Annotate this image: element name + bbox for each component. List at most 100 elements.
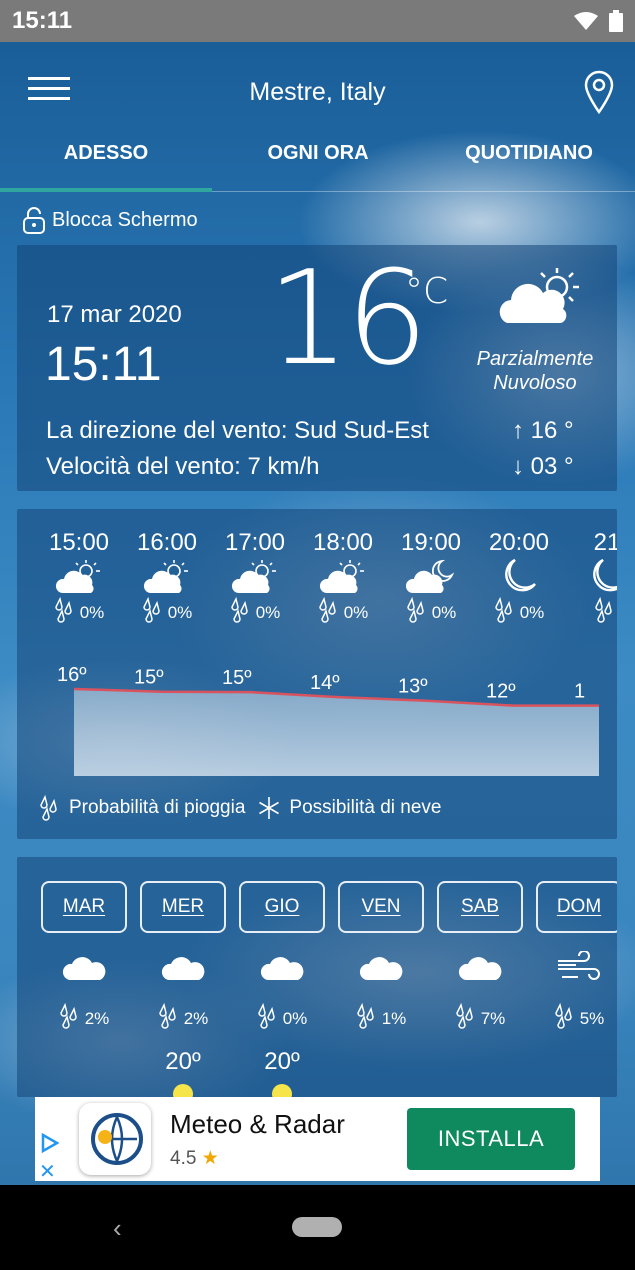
daily-rain: 7% bbox=[437, 1002, 523, 1034]
back-icon[interactable]: ‹ bbox=[113, 1213, 122, 1244]
raindrops-icon bbox=[59, 1002, 81, 1034]
partly-cloudy-day-icon bbox=[211, 557, 299, 597]
daily-max-temperature: 20º bbox=[264, 1048, 300, 1075]
active-tab-indicator bbox=[0, 188, 212, 192]
day-button[interactable]: GIO bbox=[239, 881, 325, 933]
day-button[interactable]: DOM bbox=[536, 881, 617, 933]
hourly-rain-value: 0% bbox=[343, 602, 369, 622]
adchoices-icon[interactable] bbox=[39, 1133, 61, 1153]
tab-adesso[interactable]: ADESSO bbox=[0, 142, 212, 165]
hourly-item: 17:00 0% bbox=[211, 529, 299, 628]
daily-item[interactable]: VEN 1% bbox=[338, 881, 424, 1078]
hourly-rain bbox=[563, 596, 617, 628]
max-temperature-value: 16 ° bbox=[530, 417, 574, 444]
star-icon: ★ bbox=[201, 1148, 219, 1169]
hourly-rain: 0% bbox=[211, 596, 299, 628]
app-logo bbox=[79, 1103, 151, 1175]
hourly-time: 21 bbox=[593, 529, 617, 556]
ad-rating-value: 4.5 bbox=[170, 1148, 197, 1169]
system-nav-bar: ‹ bbox=[0, 1185, 635, 1270]
hourly-temperature-label: 13º bbox=[398, 676, 428, 698]
hourly-item: 18:00 0% bbox=[299, 529, 387, 628]
daily-forecast-card[interactable]: MAR 2% MER 2% 20º GIO 0% 20º VEN 1% SAB 7% DOM 5% bbox=[17, 857, 617, 1097]
hourly-rain: 0% bbox=[123, 596, 211, 628]
moon-icon bbox=[563, 557, 617, 597]
hourly-temperature-label: 15º bbox=[222, 667, 252, 689]
daily-item[interactable]: SAB 7% bbox=[437, 881, 523, 1078]
home-pill-button[interactable] bbox=[292, 1217, 342, 1237]
daily-rain-value: 7% bbox=[480, 1008, 506, 1028]
daily-list[interactable]: MAR 2% MER 2% 20º GIO 0% 20º VEN 1% SAB 7% DOM 5% bbox=[17, 881, 617, 1097]
ad-rating: 4.5 ★ bbox=[170, 1147, 219, 1170]
cloud-icon bbox=[41, 933, 127, 1003]
hourly-temperature-label: 14º bbox=[310, 672, 340, 694]
hourly-temperature-graph: 16º 15º 15º 14º 13º 12º 1 bbox=[57, 664, 599, 776]
daily-item[interactable]: DOM 5% bbox=[536, 881, 617, 1078]
hourly-item: 20:00 0% bbox=[475, 529, 563, 628]
min-temperature: ↓ 03 ° bbox=[512, 453, 574, 481]
raindrops-icon bbox=[406, 596, 428, 628]
daily-item[interactable]: MAR 2% bbox=[41, 881, 127, 1078]
wifi-icon bbox=[574, 12, 598, 30]
daily-max-temperature bbox=[338, 1048, 424, 1078]
tab-bar: ADESSO OGNI ORA QUOTIDIANO bbox=[0, 136, 635, 192]
current-date: 17 mar 2020 bbox=[47, 301, 182, 328]
temperature-area bbox=[74, 689, 599, 776]
daily-item[interactable]: MER 2% 20º bbox=[140, 881, 226, 1097]
temperature-dot bbox=[272, 1084, 292, 1097]
hourly-temperature-label: 16º bbox=[57, 664, 87, 686]
forecast-legend: Probabilità di pioggia Possibilità di ne… bbox=[39, 795, 442, 821]
hourly-temperature-label: 1 bbox=[574, 681, 585, 703]
battery-icon bbox=[609, 10, 623, 32]
temperature-unit: °C bbox=[405, 271, 449, 312]
raindrops-icon bbox=[230, 596, 252, 628]
daily-rain: 1% bbox=[338, 1002, 424, 1034]
daily-max-temperature bbox=[437, 1048, 523, 1078]
day-button[interactable]: MAR bbox=[41, 881, 127, 933]
daily-rain-value: 2% bbox=[183, 1008, 209, 1028]
daily-item[interactable]: GIO 0% 20º bbox=[239, 881, 325, 1097]
tab-quotidiano[interactable]: QUOTIDIANO bbox=[423, 142, 635, 165]
moon-icon bbox=[475, 557, 563, 597]
install-button[interactable]: INSTALLA bbox=[407, 1108, 575, 1170]
hourly-rain: 0% bbox=[299, 596, 387, 628]
condition-text: Parzialmente Nuvoloso bbox=[457, 347, 613, 395]
status-icons bbox=[573, 10, 623, 32]
partly-cloudy-night-icon bbox=[387, 557, 475, 597]
hourly-item: 16:00 0% bbox=[123, 529, 211, 628]
hourly-rain-value: 0% bbox=[167, 602, 193, 622]
ad-banner[interactable]: ✕ Meteo & Radar 4.5 ★ INSTALLA bbox=[35, 1097, 600, 1184]
hourly-forecast-card[interactable]: 15:00 0% 16:00 0% 17:00 0% 18:00 0% 19:00 0% 20:00… bbox=[17, 509, 617, 839]
legend-rain-label: Probabilità di pioggia bbox=[69, 797, 246, 818]
temperature-dot bbox=[173, 1084, 193, 1097]
day-button[interactable]: SAB bbox=[437, 881, 523, 933]
hourly-time: 17:00 bbox=[224, 529, 286, 556]
city-title[interactable]: Mestre, Italy bbox=[0, 78, 635, 107]
raindrops-icon bbox=[594, 596, 616, 628]
raindrops-icon bbox=[142, 596, 164, 628]
lock-screen-toggle[interactable]: Blocca Schermo bbox=[22, 206, 198, 234]
status-time: 15:11 bbox=[12, 7, 73, 34]
hourly-rain-value: 0% bbox=[431, 602, 457, 622]
raindrops-icon bbox=[158, 1002, 180, 1034]
hourly-list[interactable]: 15:00 0% 16:00 0% 17:00 0% 18:00 0% 19:00 0% 20:00… bbox=[17, 529, 617, 639]
hourly-rain: 0% bbox=[35, 596, 123, 628]
condition-line-1: Parzialmente bbox=[476, 348, 594, 370]
arrow-up-icon: ↑ bbox=[512, 417, 524, 444]
daily-rain: 2% bbox=[140, 1002, 226, 1034]
hourly-temperature-label: 15º bbox=[134, 667, 164, 689]
hourly-rain-value: 0% bbox=[79, 602, 105, 622]
partly-cloudy-day-icon bbox=[35, 557, 123, 597]
ad-close-icon[interactable]: ✕ bbox=[39, 1159, 56, 1184]
hourly-temperature-label: 12º bbox=[486, 681, 516, 703]
location-pin-icon[interactable] bbox=[583, 70, 615, 114]
hourly-item: 19:00 0% bbox=[387, 529, 475, 628]
cloud-icon bbox=[239, 933, 325, 1003]
raindrops-icon bbox=[54, 596, 76, 628]
partly-cloudy-day-icon bbox=[499, 268, 579, 323]
daily-rain: 0% bbox=[239, 1002, 325, 1034]
daily-rain-value: 5% bbox=[579, 1008, 605, 1028]
day-button[interactable]: VEN bbox=[338, 881, 424, 933]
tab-ogni-ora[interactable]: OGNI ORA bbox=[212, 142, 424, 165]
day-button[interactable]: MER bbox=[140, 881, 226, 933]
